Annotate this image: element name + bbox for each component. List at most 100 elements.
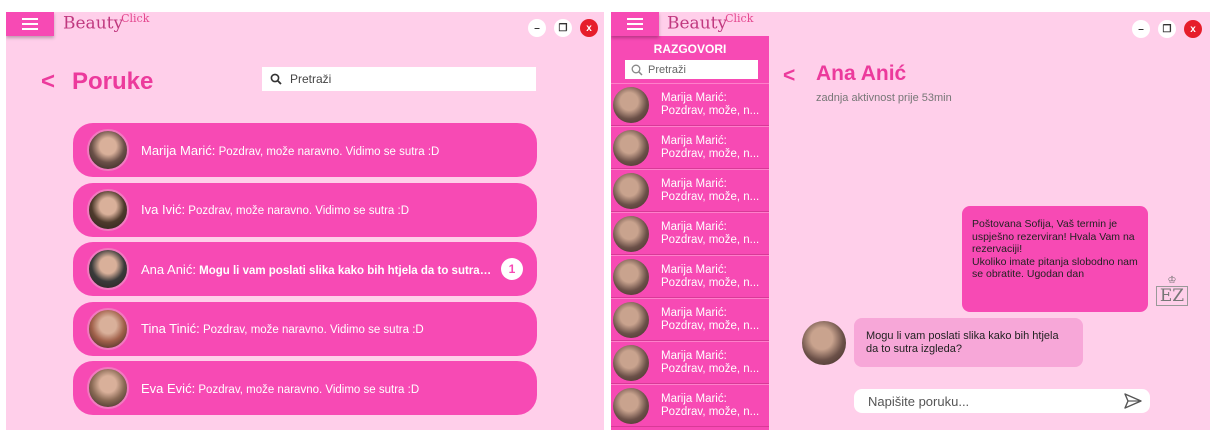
conversation-item[interactable]: Ana Anić: Mogu li vam poslati slika kako… bbox=[73, 242, 537, 296]
conversation-text: Marija Marić: Pozdrav, može naravno. Vid… bbox=[141, 143, 439, 158]
sidebar-conversation-preview: Pozdrav, može, n... bbox=[661, 190, 760, 203]
salon-logo: ♔ EZ bbox=[1155, 274, 1189, 308]
back-chevron-icon[interactable]: < bbox=[41, 68, 55, 96]
sidebar-conversation-item[interactable]: Marija Marić: Pozdrav, može, n... bbox=[611, 384, 769, 427]
salon-monogram: EZ bbox=[1155, 286, 1189, 306]
sidebar-conversation-text: Marija Marić: Pozdrav, može, n... bbox=[661, 178, 759, 204]
message-placeholder: Napišite poruku... bbox=[868, 393, 970, 409]
avatar bbox=[87, 367, 129, 409]
sidebar-conversation-name: Marija Marić: bbox=[661, 91, 727, 104]
search-input[interactable]: Pretraži bbox=[262, 67, 536, 91]
sidebar-conversation-preview: Pozdrav, može, n... bbox=[661, 276, 760, 289]
restore-button[interactable]: ❐ bbox=[554, 19, 572, 37]
outgoing-message: Poštovana Sofija, Vaš termin je uspješno… bbox=[962, 206, 1148, 312]
avatar bbox=[87, 307, 129, 350]
sidebar-conversation-text: Marija Marić: Pozdrav, može, n... bbox=[661, 393, 759, 419]
hamburger-icon bbox=[22, 18, 38, 30]
message-input[interactable]: Napišite poruku... bbox=[854, 389, 1150, 413]
conversation-text: Eva Ević: Pozdrav, može naravno. Vidimo … bbox=[141, 381, 419, 396]
avatar bbox=[613, 129, 649, 166]
conversation-name: Tina Tinić: bbox=[141, 321, 200, 336]
window-controls: – ❐ x bbox=[1132, 20, 1202, 38]
conversation-preview: Pozdrav, može naravno. Vidimo se sutra :… bbox=[202, 324, 424, 336]
last-active-status: zadnja aktivnost prije 53min bbox=[816, 92, 952, 104]
sidebar-conversation-item[interactable]: Marija Marić: Pozdrav, može, n... bbox=[611, 298, 769, 341]
search-icon bbox=[270, 73, 282, 85]
sidebar-conversation-text: Marija Marić: Pozdrav, može, n... bbox=[661, 92, 759, 118]
menu-button[interactable] bbox=[611, 12, 659, 36]
unread-badge: 1 bbox=[501, 258, 523, 280]
sidebar-conversation-name: Marija Marić: bbox=[661, 177, 727, 190]
sidebar-search-placeholder: Pretraži bbox=[648, 63, 686, 76]
avatar bbox=[613, 172, 649, 209]
conversation-item[interactable]: Tina Tinić: Pozdrav, može naravno. Vidim… bbox=[73, 301, 537, 356]
conversation-list: Marija Marić: Pozdrav, može naravno. Vid… bbox=[73, 123, 537, 421]
conversation-preview: Pozdrav, može naravno. Vidimo se sutra :… bbox=[198, 383, 420, 396]
minimize-button[interactable]: – bbox=[1132, 20, 1150, 38]
avatar bbox=[613, 387, 649, 424]
close-button[interactable]: x bbox=[1184, 20, 1202, 38]
sidebar-conversation-text: Marija Marić: Pozdrav, može, n... bbox=[661, 264, 759, 290]
avatar bbox=[613, 215, 649, 252]
sidebar-conversation-preview: Pozdrav, može, n... bbox=[661, 319, 760, 332]
conversations-sidebar: RAZGOVORI Pretraži Marija Marić: Pozdrav,… bbox=[611, 36, 769, 430]
sidebar-conversation-preview: Pozdrav, može, n... bbox=[661, 405, 760, 418]
inbox-screen: BeautyClick – ❐ x < Poruke Pretraži Mari… bbox=[6, 12, 604, 430]
incoming-message: Mogu li vam poslati slika kako bih htjel… bbox=[854, 318, 1083, 367]
close-button[interactable]: x bbox=[580, 19, 598, 37]
sidebar-conversation-item[interactable]: Marija Marić: Pozdrav, može, n... bbox=[611, 212, 769, 255]
sidebar-conversation-name: Marija Marić: bbox=[661, 349, 727, 362]
sidebar-conversation-preview: Pozdrav, može, n... bbox=[661, 147, 760, 160]
avatar bbox=[613, 301, 649, 338]
sidebar-conversation-preview: Pozdrav, može, n... bbox=[661, 362, 760, 375]
sidebar-conversation-preview: Pozdrav, može, n... bbox=[661, 104, 760, 117]
sidebar-conversation-preview: Pozdrav, može, n... bbox=[661, 233, 760, 246]
sidebar-conversation-item[interactable]: Marija Marić: Pozdrav, može, n... bbox=[611, 83, 769, 126]
menu-button[interactable] bbox=[6, 12, 54, 36]
window-controls: – ❐ x bbox=[528, 19, 598, 37]
sidebar-conversation-item[interactable]: Marija Marić: Pozdrav, može, n... bbox=[611, 255, 769, 298]
avatar bbox=[87, 129, 129, 171]
contact-name: Ana Anić bbox=[816, 62, 907, 85]
sidebar-conversation-text: Marija Marić: Pozdrav, može, n... bbox=[661, 350, 759, 376]
sidebar-conversation-text: Marija Marić: Pozdrav, može, n... bbox=[661, 307, 759, 333]
conversation-name: Iva Ivić: bbox=[141, 202, 186, 217]
conversation-text: Iva Ivić: Pozdrav, može naravno. Vidimo … bbox=[141, 202, 409, 217]
hamburger-icon bbox=[627, 18, 643, 30]
avatar bbox=[613, 258, 649, 295]
sidebar-conversation-list: Marija Marić: Pozdrav, može, n... Marija M… bbox=[611, 83, 769, 427]
conversation-text: Ana Anić: Mogu li vam poslati slika kako… bbox=[141, 262, 493, 277]
sidebar-conversation-name: Marija Marić: bbox=[661, 263, 727, 276]
conversation-item[interactable]: Eva Ević: Pozdrav, može naravno. Vidimo … bbox=[73, 361, 537, 415]
sidebar-search-input[interactable]: Pretraži bbox=[625, 60, 758, 79]
avatar bbox=[87, 188, 129, 231]
sidebar-conversation-item[interactable]: Marija Marić: Pozdrav, može, n... bbox=[611, 341, 769, 384]
sidebar-conversation-name: Marija Marić: bbox=[661, 306, 727, 319]
conversation-preview: Mogu li vam poslati slika kako bih htjel… bbox=[199, 264, 493, 277]
minimize-button[interactable]: – bbox=[528, 19, 546, 37]
sidebar-conversation-item[interactable]: Marija Marić: Pozdrav, može, n... bbox=[611, 169, 769, 212]
conversation-preview: Pozdrav, može naravno. Vidimo se sutra :… bbox=[188, 205, 410, 217]
conversation-name: Ana Anić: bbox=[141, 261, 196, 277]
avatar bbox=[87, 248, 129, 290]
contact-avatar bbox=[802, 321, 846, 365]
sidebar-conversation-name: Marija Marić: bbox=[661, 220, 727, 233]
conversation-item[interactable]: Marija Marić: Pozdrav, može naravno. Vid… bbox=[73, 123, 537, 177]
sidebar-title: RAZGOVORI bbox=[653, 42, 727, 56]
conversation-item[interactable]: Iva Ivić: Pozdrav, može naravno. Vidimo … bbox=[73, 182, 537, 237]
back-chevron-icon[interactable]: < bbox=[783, 64, 795, 88]
page-title: Poruke bbox=[72, 68, 154, 95]
sidebar-conversation-name: Marija Marić: bbox=[661, 392, 727, 405]
conversation-name: Eva Ević: bbox=[141, 380, 196, 396]
sidebar-conversation-name: Marija Marić: bbox=[661, 134, 727, 147]
avatar bbox=[613, 86, 649, 123]
sidebar-conversation-text: Marija Marić: Pozdrav, može, n... bbox=[661, 135, 759, 161]
app-logo: BeautyClick bbox=[63, 12, 150, 34]
send-icon[interactable] bbox=[1124, 393, 1142, 409]
restore-button[interactable]: ❐ bbox=[1158, 20, 1176, 38]
sidebar-conversation-item[interactable]: Marija Marić: Pozdrav, može, n... bbox=[611, 126, 769, 169]
app-logo: BeautyClick bbox=[667, 12, 754, 34]
sidebar-conversation-text: Marija Marić: Pozdrav, može, n... bbox=[661, 221, 759, 247]
search-icon bbox=[631, 64, 643, 76]
conversation-preview: Pozdrav, može naravno. Vidimo se sutra :… bbox=[218, 145, 440, 158]
